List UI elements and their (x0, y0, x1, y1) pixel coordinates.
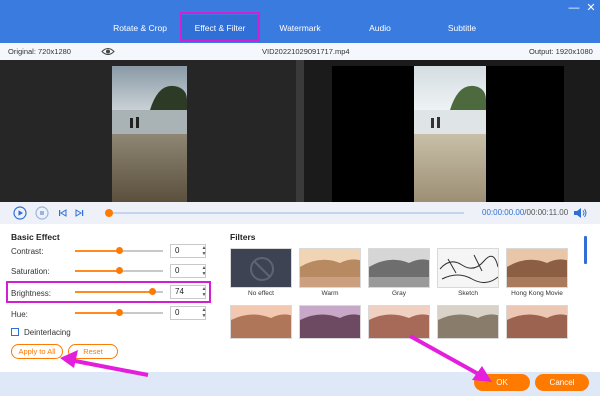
ok-button[interactable]: OK (474, 374, 530, 391)
filter-warm[interactable] (299, 248, 361, 288)
filter-label-gray: Gray (391, 290, 407, 297)
tab-rotate-crop[interactable]: Rotate & Crop (100, 15, 180, 41)
filter-hong-kong-movie[interactable] (506, 248, 568, 288)
saturation-label: Saturation: (11, 267, 50, 276)
deinterlacing-label: Deinterlacing (24, 328, 71, 337)
time-display: 00:00:00.00/00:00:11.00 (482, 208, 568, 217)
preview-divider (296, 60, 304, 202)
deinterlacing-checkbox[interactable] (11, 328, 19, 336)
preview-area (0, 60, 600, 202)
original-resolution: Original: 720x1280 (8, 47, 71, 56)
saturation-slider-handle[interactable] (116, 267, 123, 274)
hue-slider[interactable] (75, 309, 163, 316)
current-time: 00:00:00.00 (482, 208, 525, 217)
hue-slider-handle[interactable] (116, 309, 123, 316)
filters-title: Filters (230, 232, 256, 242)
hue-label: Hue: (11, 310, 28, 319)
minimize-icon[interactable]: — (567, 2, 581, 14)
filter-label-sketch: Sketch (458, 290, 478, 297)
filter-thumbnail[interactable] (230, 305, 292, 339)
filter-gray[interactable] (368, 248, 430, 288)
filters-scrollbar[interactable] (584, 236, 587, 264)
no-effect-icon (250, 257, 274, 281)
stop-icon[interactable] (35, 206, 49, 220)
cancel-button[interactable]: Cancel (535, 374, 589, 391)
filter-thumbnail[interactable] (299, 305, 361, 339)
output-frame (332, 66, 564, 202)
close-icon[interactable]: ✕ (584, 2, 598, 14)
previous-frame-icon[interactable] (56, 206, 70, 220)
basic-effect-title: Basic Effect (11, 232, 60, 242)
brightness-highlight-box (6, 281, 211, 303)
contrast-label: Contrast: (11, 247, 44, 256)
tab-bar: Rotate & Crop Effect & Filter Watermark … (0, 0, 600, 43)
playback-bar: 00:00:00.00/00:00:11.00 (0, 202, 600, 224)
contrast-slider-handle[interactable] (116, 247, 123, 254)
timeline-handle[interactable] (105, 209, 113, 217)
filter-thumbnail[interactable] (437, 305, 499, 339)
saturation-slider[interactable] (75, 267, 163, 274)
filter-sketch[interactable] (437, 248, 499, 288)
output-preview (304, 60, 600, 202)
total-time: /00:00:11.00 (524, 208, 569, 217)
original-frame (112, 66, 187, 202)
filter-label-warm: Warm (321, 290, 339, 297)
contrast-stepper[interactable]: ▲ ▼ (200, 245, 208, 259)
filter-no-effect[interactable] (230, 248, 292, 288)
tab-audio[interactable]: Audio (344, 15, 416, 41)
filter-label-hong-kong-movie: Hong Kong Movie (511, 290, 563, 297)
tab-watermark[interactable]: Watermark (262, 15, 338, 41)
play-icon[interactable] (13, 206, 27, 220)
info-row: Original: 720x1280 VID20221029091717.mp4… (0, 43, 600, 60)
video-filename: VID20221029091717.mp4 (262, 47, 350, 56)
filter-thumbnail[interactable] (368, 305, 430, 339)
saturation-stepper[interactable]: ▲ ▼ (200, 265, 208, 279)
reset-button[interactable]: Reset (68, 344, 118, 359)
tab-subtitle[interactable]: Subtitle (424, 15, 500, 41)
apply-to-all-button[interactable]: Apply to All (11, 344, 63, 359)
tab-highlight-box (180, 12, 260, 42)
filter-label-no-effect: No effect (248, 290, 274, 297)
eye-icon[interactable] (101, 47, 115, 56)
timeline-track[interactable] (108, 212, 464, 214)
contrast-slider[interactable] (75, 247, 163, 254)
original-preview (0, 60, 296, 202)
output-resolution: Output: 1920x1080 (529, 47, 593, 56)
volume-icon[interactable] (573, 207, 587, 219)
next-frame-icon[interactable] (72, 206, 86, 220)
hue-stepper[interactable]: ▲ ▼ (200, 307, 208, 321)
filter-thumbnail[interactable] (506, 305, 568, 339)
